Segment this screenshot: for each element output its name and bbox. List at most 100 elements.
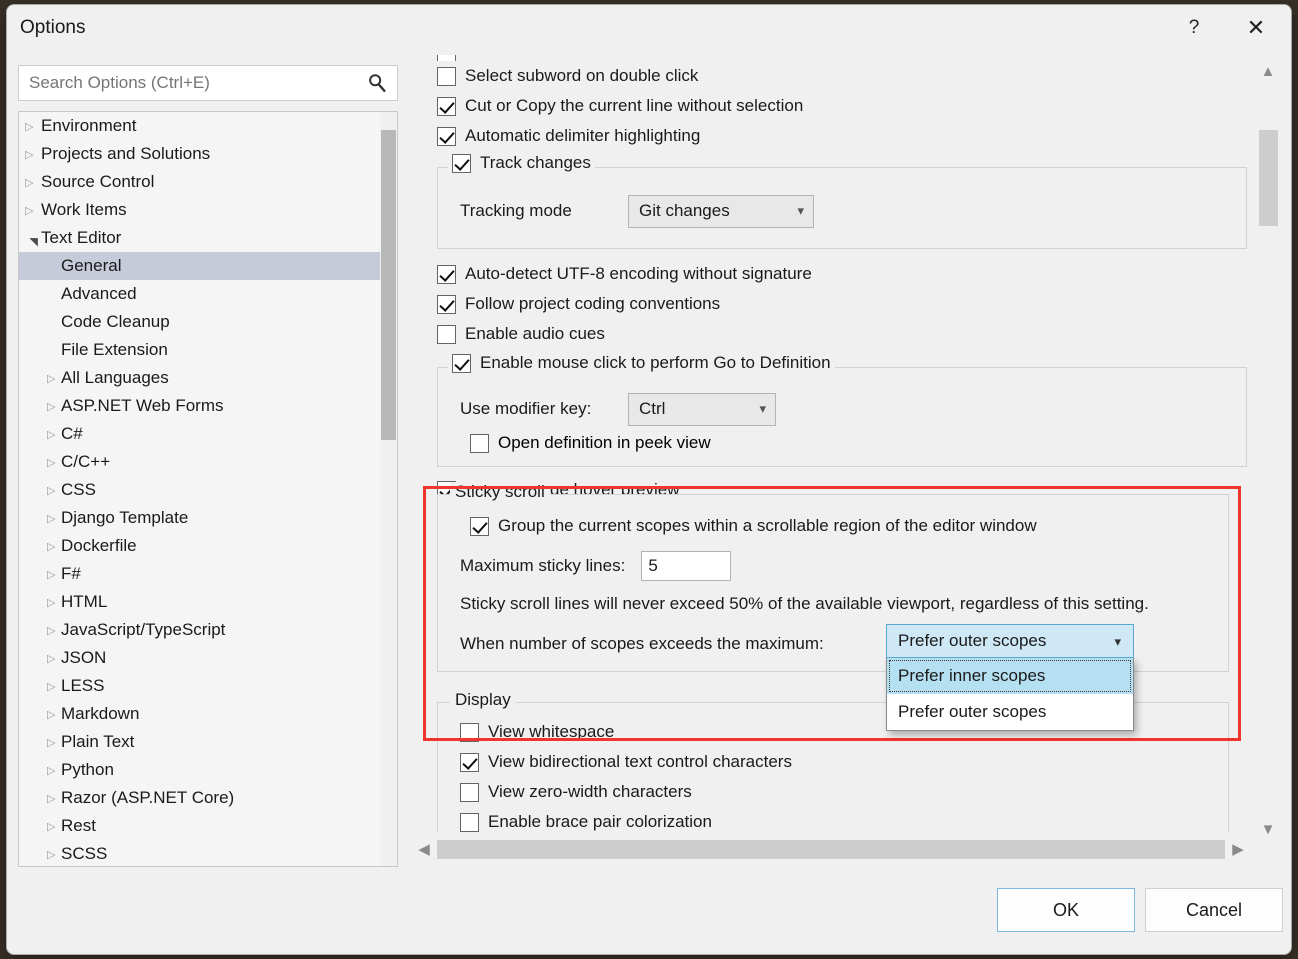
expander-collapsed-icon[interactable]: ▷ (47, 736, 61, 749)
expander-collapsed-icon[interactable]: ▷ (47, 456, 61, 469)
scroll-right-icon[interactable]: ▶ (1225, 840, 1251, 858)
select-subword-checkbox[interactable] (437, 67, 456, 86)
max-sticky-lines-input[interactable] (641, 551, 731, 581)
sidebar-item-environment[interactable]: ▷Environment (19, 112, 397, 140)
expander-collapsed-icon[interactable]: ▷ (47, 512, 61, 525)
sidebar-item-advanced[interactable]: Advanced (19, 280, 397, 308)
sidebar-item-f[interactable]: ▷F# (19, 560, 397, 588)
scopes-preference-dropdown[interactable]: Prefer outer scopes ▾ Prefer inner scope… (886, 624, 1134, 731)
group-scopes-checkbox[interactable] (470, 517, 489, 536)
sidebar-item-javascript-typescript[interactable]: ▷JavaScript/TypeScript (19, 616, 397, 644)
coding-conventions-checkbox[interactable] (437, 295, 456, 314)
expander-collapsed-icon[interactable]: ▷ (47, 820, 61, 833)
expander-collapsed-icon[interactable]: ▷ (47, 428, 61, 441)
peek-view-checkbox[interactable] (470, 434, 489, 453)
cancel-button[interactable]: Cancel (1145, 888, 1283, 932)
expander-collapsed-icon[interactable]: ▷ (47, 372, 61, 385)
sidebar-item-plain-text[interactable]: ▷Plain Text (19, 728, 397, 756)
peek-view-row[interactable]: Open definition in peek view (438, 426, 1246, 460)
row-brace-colorization[interactable]: Enable brace pair colorization (460, 807, 1228, 837)
sidebar-item-asp-net-web-forms[interactable]: ▷ASP.NET Web Forms (19, 392, 397, 420)
row-utf8[interactable]: Auto-detect UTF-8 encoding without signa… (437, 259, 1247, 289)
expander-collapsed-icon[interactable]: ▷ (47, 652, 61, 665)
sidebar-item-django-template[interactable]: ▷Django Template (19, 504, 397, 532)
scroll-left-icon[interactable]: ◀ (411, 840, 437, 858)
tracking-mode-dropdown[interactable]: Git changes ▾ (628, 195, 814, 228)
expander-collapsed-icon[interactable]: ▷ (25, 148, 41, 161)
view-zero-width-checkbox[interactable] (460, 783, 479, 802)
view-whitespace-checkbox[interactable] (460, 723, 479, 742)
cut-copy-line-checkbox[interactable] (437, 97, 456, 116)
sidebar-item-rest[interactable]: ▷Rest (19, 812, 397, 840)
scroll-down-icon[interactable]: ▼ (1255, 813, 1281, 845)
sidebar-item-markdown[interactable]: ▷Markdown (19, 700, 397, 728)
row-cut-copy-line[interactable]: Cut or Copy the current line without sel… (437, 91, 1247, 121)
help-icon[interactable]: ? (1165, 5, 1223, 51)
sidebar-item-general[interactable]: General (19, 252, 397, 280)
expander-collapsed-icon[interactable]: ▷ (25, 120, 41, 133)
sidebar-item-dockerfile[interactable]: ▷Dockerfile (19, 532, 397, 560)
partial-checkbox[interactable] (437, 55, 456, 61)
sidebar-item-razor-asp-net-core[interactable]: ▷Razor (ASP.NET Core) (19, 784, 397, 812)
expander-expanded-icon[interactable]: ◢ (27, 230, 40, 246)
expander-collapsed-icon[interactable]: ▷ (47, 596, 61, 609)
sidebar-item-css[interactable]: ▷CSS (19, 476, 397, 504)
sidebar-item-html[interactable]: ▷HTML (19, 588, 397, 616)
sidebar-item-text-editor[interactable]: ◢Text Editor (19, 224, 397, 252)
expander-collapsed-icon[interactable]: ▷ (47, 792, 61, 805)
expander-collapsed-icon[interactable]: ▷ (47, 400, 61, 413)
sidebar-item-code-cleanup[interactable]: Code Cleanup (19, 308, 397, 336)
goto-definition-legend[interactable]: Enable mouse click to perform Go to Defi… (448, 353, 835, 373)
brace-colorization-checkbox[interactable] (460, 813, 479, 832)
expander-collapsed-icon[interactable]: ▷ (47, 680, 61, 693)
pane-vscrollbar-thumb[interactable] (1259, 130, 1278, 226)
sidebar-item-python[interactable]: ▷Python (19, 756, 397, 784)
pane-hscrollbar-thumb[interactable] (437, 840, 1225, 859)
scopes-preference-option[interactable]: Prefer outer scopes (887, 694, 1133, 730)
expander-collapsed-icon[interactable]: ▷ (47, 708, 61, 721)
sidebar-item-c-c[interactable]: ▷C/C++ (19, 448, 397, 476)
row-view-bidi[interactable]: View bidirectional text control characte… (460, 747, 1228, 777)
expander-collapsed-icon[interactable]: ▷ (47, 624, 61, 637)
utf8-checkbox[interactable] (437, 265, 456, 284)
row-audio-cues[interactable]: Enable audio cues (437, 319, 1247, 349)
sidebar-item-less[interactable]: ▷LESS (19, 672, 397, 700)
expander-collapsed-icon[interactable]: ▷ (47, 484, 61, 497)
expander-collapsed-icon[interactable]: ▷ (47, 568, 61, 581)
pane-vertical-scrollbar[interactable]: ▲ ▼ (1255, 55, 1281, 845)
sidebar-item-json[interactable]: ▷JSON (19, 644, 397, 672)
track-changes-checkbox[interactable] (452, 154, 471, 173)
sidebar-item-file-extension[interactable]: File Extension (19, 336, 397, 364)
pane-horizontal-scrollbar[interactable]: ◀ ▶ (411, 836, 1251, 862)
row-select-subword[interactable]: Select subword on double click (437, 61, 1247, 91)
sidebar-item-scss[interactable]: ▷SCSS (19, 840, 397, 867)
row-auto-delimiter[interactable]: Automatic delimiter highlighting (437, 121, 1247, 151)
sidebar-item-c[interactable]: ▷C# (19, 420, 397, 448)
expander-collapsed-icon[interactable]: ▷ (25, 176, 41, 189)
expander-collapsed-icon[interactable]: ▷ (47, 764, 61, 777)
row-coding-conventions[interactable]: Follow project coding conventions (437, 289, 1247, 319)
expander-collapsed-icon[interactable]: ▷ (47, 540, 61, 553)
sidebar-item-projects-and-solutions[interactable]: ▷Projects and Solutions (19, 140, 397, 168)
row-view-zero-width[interactable]: View zero-width characters (460, 777, 1228, 807)
auto-delimiter-checkbox[interactable] (437, 127, 456, 146)
search-box[interactable] (18, 65, 398, 101)
search-input[interactable] (19, 67, 349, 99)
close-icon[interactable]: ✕ (1227, 5, 1285, 51)
scopes-preference-selected[interactable]: Prefer outer scopes ▾ (886, 624, 1134, 658)
ok-button[interactable]: OK (997, 888, 1135, 932)
view-bidi-checkbox[interactable] (460, 753, 479, 772)
scopes-preference-option-list[interactable]: Prefer inner scopesPrefer outer scopes (886, 658, 1134, 731)
sidebar-item-source-control[interactable]: ▷Source Control (19, 168, 397, 196)
options-tree[interactable]: ▷Environment▷Projects and Solutions▷Sour… (18, 111, 398, 867)
modifier-key-dropdown[interactable]: Ctrl ▾ (628, 393, 776, 426)
audio-cues-checkbox[interactable] (437, 325, 456, 344)
tree-scrollbar[interactable] (380, 112, 397, 866)
tree-scrollbar-thumb[interactable] (381, 130, 396, 440)
scopes-preference-option[interactable]: Prefer inner scopes (887, 658, 1133, 694)
scroll-up-icon[interactable]: ▲ (1255, 55, 1281, 87)
goto-definition-checkbox[interactable] (452, 354, 471, 373)
expander-collapsed-icon[interactable]: ▷ (25, 204, 41, 217)
sidebar-item-work-items[interactable]: ▷Work Items (19, 196, 397, 224)
row-group-scopes[interactable]: Group the current scopes within a scroll… (438, 511, 1228, 541)
